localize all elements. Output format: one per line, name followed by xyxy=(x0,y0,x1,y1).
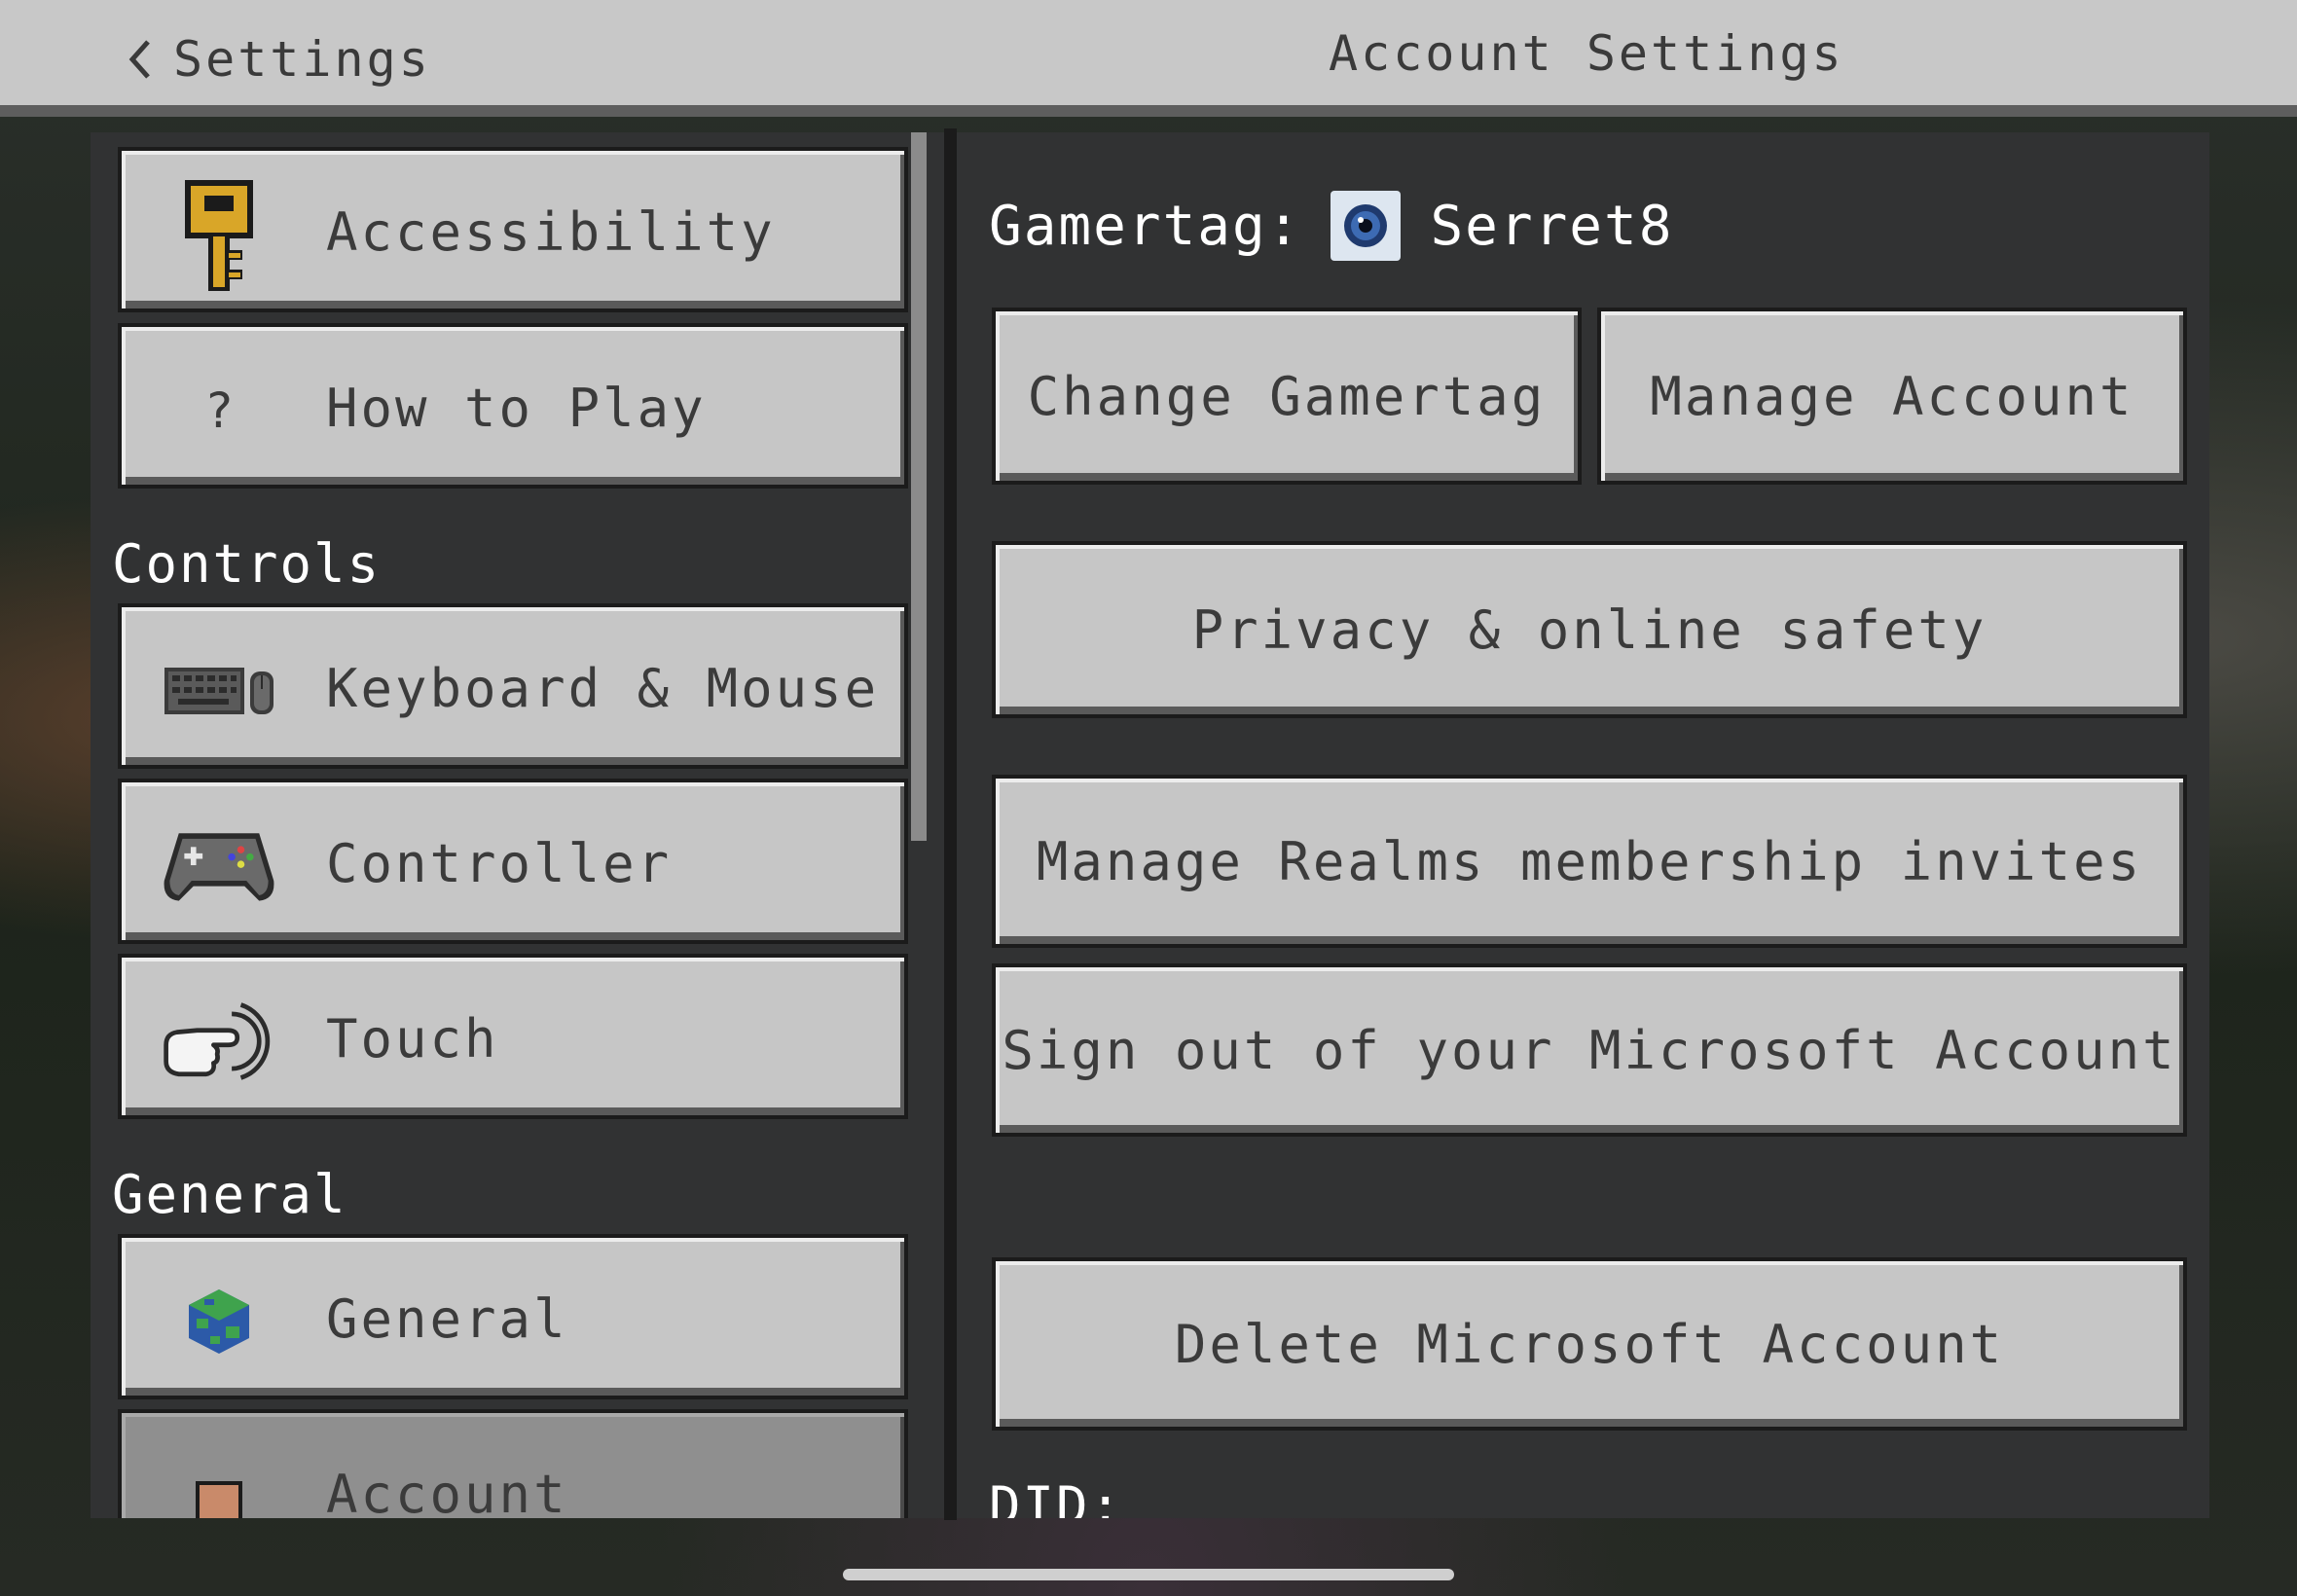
avatar xyxy=(1331,191,1402,261)
page-title: Account Settings xyxy=(1329,25,1844,82)
sidebar-item-how-to-play[interactable]: ? How to Play xyxy=(118,323,908,489)
sidebar-item-label: General xyxy=(326,1288,568,1350)
manage-realms-invites-button[interactable]: Manage Realms membership invites xyxy=(992,775,2187,948)
chevron-left-icon xyxy=(128,40,150,79)
back-label: Settings xyxy=(173,31,431,88)
top-bar: Settings Account Settings xyxy=(0,0,2297,117)
sidebar-item-label: Accessibility xyxy=(326,201,776,263)
sidebar-item-touch[interactable]: Touch xyxy=(118,954,908,1119)
change-gamertag-button[interactable]: Change Gamertag xyxy=(992,308,1582,485)
back-button[interactable]: Settings xyxy=(127,21,431,97)
keyboard-mouse-icon xyxy=(161,633,277,749)
question-icon: ? xyxy=(203,382,235,439)
did-label: DID: xyxy=(989,1475,1124,1518)
gamertag-label: Gamertag: xyxy=(989,194,1302,258)
eye-icon xyxy=(1344,204,1388,247)
touch-icon xyxy=(161,983,277,1100)
gamepad-icon xyxy=(161,808,277,925)
gamertag-value: Serret8 xyxy=(1430,194,1674,258)
manage-account-button[interactable]: Manage Account xyxy=(1597,308,2187,485)
sidebar-item-accessibility[interactable]: Accessibility xyxy=(118,147,908,312)
sidebar-scrollbar[interactable] xyxy=(911,132,927,841)
sidebar-item-label: Controller xyxy=(326,833,673,894)
sidebar-item-general[interactable]: General xyxy=(118,1234,908,1399)
sign-out-button[interactable]: Sign out of your Microsoft Account xyxy=(992,963,2187,1137)
privacy-online-safety-button[interactable]: Privacy & online safety xyxy=(992,541,2187,718)
sidebar-item-label: How to Play xyxy=(326,378,707,439)
sidebar-item-keyboard-mouse[interactable]: Keyboard & Mouse xyxy=(118,603,908,769)
gamertag-row: Gamertag: Serret8 xyxy=(989,191,1673,261)
key-icon xyxy=(161,176,277,293)
home-indicator[interactable] xyxy=(843,1569,1454,1580)
settings-sidebar: Accessibility ? How to Play Controls Key… xyxy=(91,132,944,1518)
sidebar-item-label: Touch xyxy=(326,1008,499,1070)
sidebar-item-account[interactable]: Account xyxy=(118,1409,908,1518)
player-icon xyxy=(161,1438,277,1518)
panel-divider xyxy=(944,128,957,1520)
globe-icon xyxy=(161,1263,277,1380)
delete-account-button[interactable]: Delete Microsoft Account xyxy=(992,1257,2187,1431)
sidebar-item-label: Account xyxy=(326,1464,568,1518)
section-header-general: General xyxy=(112,1164,347,1225)
section-header-controls: Controls xyxy=(112,533,382,595)
sidebar-item-controller[interactable]: Controller xyxy=(118,779,908,944)
account-settings-panel: Gamertag: Serret8 Change Gamertag Manage… xyxy=(957,132,2209,1518)
sidebar-item-label: Keyboard & Mouse xyxy=(326,658,880,719)
